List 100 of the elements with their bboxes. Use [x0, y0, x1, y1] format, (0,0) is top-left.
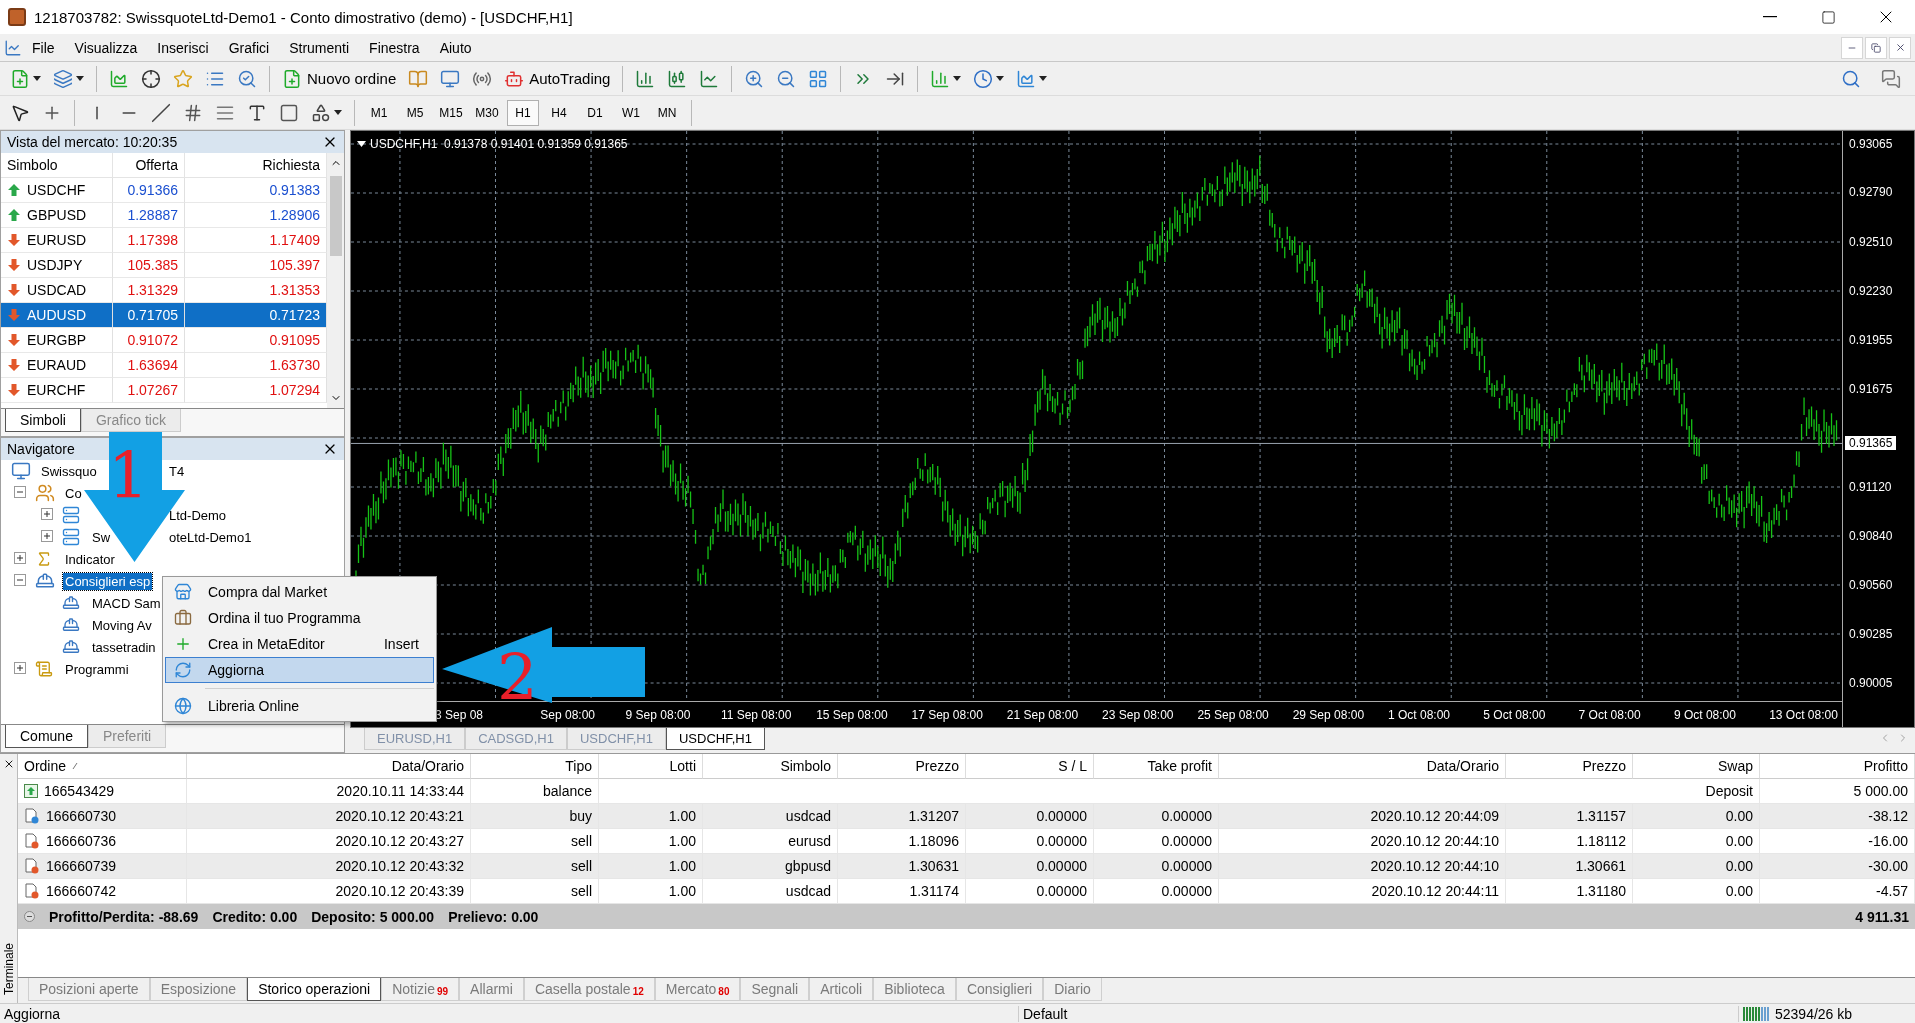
- star-icon[interactable]: [173, 68, 193, 89]
- terminal-tab[interactable]: Articoli: [809, 978, 874, 1001]
- caret-icon[interactable]: [33, 76, 41, 81]
- menu-item[interactable]: Visualizza: [64, 36, 148, 59]
- close-button[interactable]: [1889, 36, 1911, 59]
- menu-item[interactable]: Strumenti: [279, 36, 360, 59]
- symbol-cell[interactable]: EURGBP: [1, 328, 113, 353]
- menu-item[interactable]: Grafici: [218, 36, 280, 59]
- terminal-tab[interactable]: Biblioteca: [873, 978, 956, 1001]
- price-label: 0.92790: [1849, 185, 1893, 200]
- timeframe-button[interactable]: H1: [507, 99, 539, 126]
- bar-chart-icon[interactable]: [635, 68, 656, 89]
- expand-icon[interactable]: [41, 508, 53, 520]
- trendline-icon[interactable]: [151, 102, 171, 123]
- menu-item[interactable]: Libreria Online: [165, 693, 434, 719]
- layers-icon[interactable]: [53, 68, 73, 89]
- caret-icon[interactable]: [334, 110, 342, 115]
- tree-item[interactable]: Co: [63, 484, 84, 502]
- panel-tab[interactable]: Simboli: [5, 409, 81, 432]
- caret-icon[interactable]: [953, 76, 962, 81]
- timeframe-button[interactable]: M15: [435, 99, 467, 126]
- line-chart-icon[interactable]: [699, 68, 720, 89]
- symbol-cell[interactable]: USDCAD: [1, 278, 113, 303]
- clock-icon[interactable]: [973, 68, 994, 89]
- terminal-tab[interactable]: Casella postale 12: [523, 978, 655, 1001]
- zoom-in-icon[interactable]: [744, 68, 765, 89]
- autotrading-button[interactable]: AutoTrading: [500, 66, 615, 91]
- caret-icon[interactable]: [76, 76, 84, 81]
- bid-cell: 105.385: [113, 253, 185, 278]
- up-arrow-icon: [7, 183, 21, 197]
- chat-icon[interactable]: [1881, 68, 1901, 89]
- menu-item[interactable]: Inserisci: [147, 36, 219, 59]
- terminal-tab[interactable]: Consiglieri: [955, 978, 1044, 1001]
- tree-item[interactable]: Sw: [90, 528, 113, 546]
- timeframe-button[interactable]: M5: [399, 99, 431, 126]
- monitor-icon[interactable]: [440, 68, 461, 89]
- tree-item[interactable]: tassetradin: [90, 638, 158, 656]
- symbol-cell[interactable]: EURCHF: [1, 378, 113, 403]
- symbol-cell[interactable]: USDJPY: [1, 253, 113, 278]
- app-menu-icon[interactable]: [4, 38, 22, 57]
- tree-item[interactable]: Swissquo: [39, 462, 99, 480]
- tree-item-text[interactable]: T4: [167, 462, 187, 480]
- menu-item[interactable]: Compra dal Market: [165, 579, 434, 605]
- timeframe-button[interactable]: M1: [363, 99, 395, 126]
- time-label: 21 Sep 08:00: [1006, 708, 1079, 722]
- timeframe-button[interactable]: MN: [651, 99, 683, 126]
- timeframe-button[interactable]: M30: [471, 99, 503, 126]
- timeframe-button[interactable]: D1: [579, 99, 611, 126]
- scroll-thumb[interactable]: [329, 175, 342, 256]
- book-icon[interactable]: [408, 68, 429, 89]
- tree-item[interactable]: MACD Sam: [90, 594, 163, 612]
- symbol-cell[interactable]: EURUSD: [1, 228, 113, 253]
- menu-item[interactable]: File: [22, 36, 65, 59]
- tree-item-text[interactable]: Ltd-Demo: [167, 506, 229, 524]
- collapse-icon[interactable]: [24, 911, 35, 922]
- dropdown-triangle-icon[interactable]: [357, 141, 366, 147]
- collapse-icon[interactable]: [14, 574, 26, 586]
- timeframe-button[interactable]: W1: [615, 99, 647, 126]
- terminal-tab[interactable]: Segnali: [740, 978, 810, 1001]
- terminal-tab[interactable]: Storico operazioni: [247, 978, 382, 1001]
- menu-item[interactable]: Aiuto: [429, 36, 482, 59]
- sort-icon: [72, 762, 79, 770]
- terminal-tab[interactable]: Esposizione: [149, 978, 248, 1001]
- symbol-cell[interactable]: USDCHF: [1, 178, 113, 203]
- scrollbar[interactable]: [327, 153, 344, 408]
- tree-item[interactable]: Moving Av: [90, 616, 154, 634]
- search-icon[interactable]: [1841, 68, 1861, 89]
- tile-windows-icon[interactable]: [808, 68, 829, 89]
- terminal-tab[interactable]: Mercato80: [654, 978, 741, 1001]
- tree-item-text[interactable]: oteLtd-Demo1: [167, 528, 254, 546]
- menu-item[interactable]: Finestra: [359, 36, 430, 59]
- zoom-out-icon[interactable]: [776, 68, 797, 89]
- chart-tab[interactable]: USDCHF,H1: [665, 728, 765, 750]
- caret-icon[interactable]: [996, 76, 1005, 81]
- tree-item[interactable]: Programmi: [63, 660, 131, 678]
- caret-icon[interactable]: [1039, 76, 1048, 81]
- terminal-tab[interactable]: Diario: [1043, 978, 1102, 1001]
- menu-item[interactable]: Ordina il tuo Programma: [165, 605, 434, 631]
- expand-icon[interactable]: [14, 662, 26, 674]
- symbol-cell[interactable]: GBPUSD: [1, 203, 113, 228]
- window-title: 1218703782: SwissquoteLtd-Demo1 - Conto dimostrativo (demo) - [USDCHF,H1]: [34, 8, 574, 26]
- tree-item[interactable]: Indicator: [63, 550, 117, 568]
- candlestick-icon[interactable]: [667, 68, 688, 89]
- new-order-button[interactable]: Nuovo ordine: [278, 66, 401, 91]
- crosshair-icon[interactable]: [141, 68, 161, 89]
- menu-item[interactable]: Aggiorna: [165, 657, 434, 683]
- terminal-tab[interactable]: Allarmi: [459, 978, 524, 1001]
- menu-item[interactable]: Crea in MetaEditor Insert: [165, 631, 434, 657]
- panel-tab[interactable]: Comune: [5, 725, 88, 748]
- tree-item[interactable]: Consiglieri esp: [63, 572, 153, 590]
- terminal-tab[interactable]: Notizie99: [381, 978, 460, 1001]
- magnifier-icon[interactable]: [237, 68, 257, 89]
- symbol-cell[interactable]: AUDUSD: [1, 303, 113, 328]
- expand-icon[interactable]: [41, 530, 53, 542]
- collapse-icon[interactable]: [14, 486, 26, 498]
- symbol-cell[interactable]: EURAUD: [1, 353, 113, 378]
- terminal-tab[interactable]: Posizioni aperte: [28, 978, 150, 1001]
- expand-icon[interactable]: [14, 552, 26, 564]
- timeframe-button[interactable]: H4: [543, 99, 575, 126]
- restore-button[interactable]: [1865, 36, 1887, 59]
